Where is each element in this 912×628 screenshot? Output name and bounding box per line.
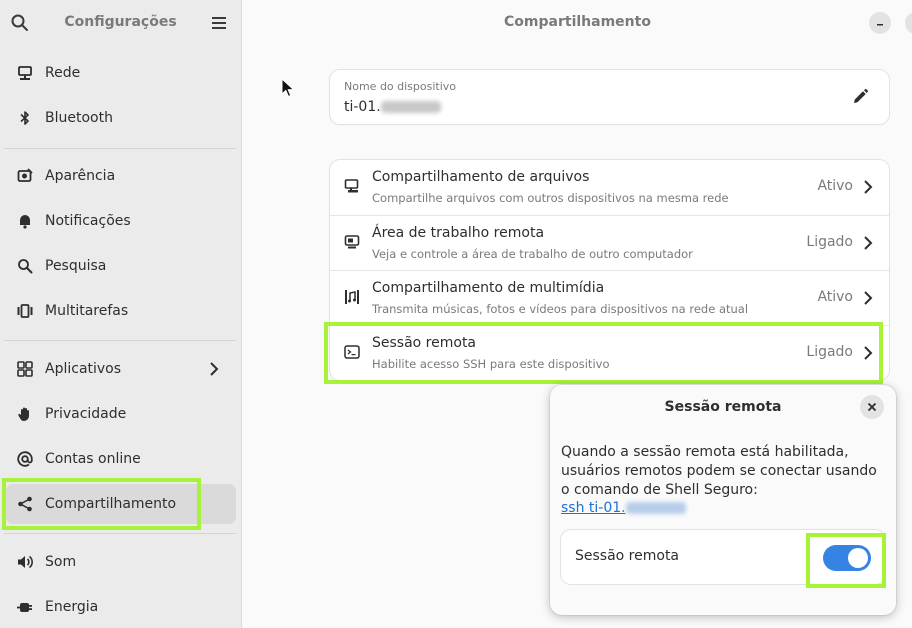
sidebar-item-energia[interactable]: Energia — [6, 587, 236, 627]
menu-icon[interactable] — [209, 13, 229, 33]
chevron-right-icon — [864, 180, 873, 194]
sidebar-item-label: Compartilhamento — [45, 496, 177, 512]
status-text: Ativo — [817, 289, 853, 305]
apps-grid-icon — [16, 360, 34, 378]
speaker-icon — [16, 553, 34, 571]
at-icon — [16, 450, 34, 468]
minimize-button[interactable] — [869, 12, 891, 34]
multitasking-icon — [16, 302, 34, 320]
power-icon — [16, 598, 34, 616]
remote-desktop-icon — [344, 235, 360, 249]
folder-share-icon — [344, 179, 359, 193]
pencil-icon[interactable] — [851, 88, 869, 106]
device-name-field[interactable]: Nome do dispositivo ti-01. — [330, 70, 889, 124]
sidebar-item-label: Energia — [45, 599, 99, 615]
close-button[interactable] — [860, 395, 884, 419]
sidebar-item-compartilhamento[interactable]: Compartilhamento — [6, 484, 236, 524]
sharing-list: Compartilhamento de arquivos Compartilhe… — [330, 160, 889, 380]
sidebar-header: Configurações — [0, 0, 241, 46]
toggle-label: Sessão remota — [575, 548, 680, 564]
sidebar-item-label: Aparência — [45, 168, 116, 184]
list-item-media-sharing[interactable]: Compartilhamento de multimídia Transmita… — [330, 270, 889, 325]
row-subtitle: Transmita músicas, fotos e vídeos para d… — [372, 302, 749, 316]
sidebar-item-aplicativos[interactable]: Aplicativos — [6, 349, 236, 389]
sidebar-item-label: Notificações — [45, 213, 131, 229]
media-icon — [345, 290, 359, 304]
row-subtitle: Veja e controle a área de trabalho de ou… — [372, 247, 693, 261]
chevron-right-icon — [864, 291, 873, 305]
sidebar-item-label: Pesquisa — [45, 258, 107, 274]
hand-icon — [16, 405, 34, 423]
sidebar-item-aparencia[interactable]: Aparência — [6, 156, 236, 196]
sidebar-separator — [4, 340, 236, 341]
device-name-value: ti-01. — [344, 99, 441, 115]
page-title: Compartilhamento — [504, 14, 651, 30]
row-title: Compartilhamento de multimídia — [372, 280, 605, 296]
sidebar-item-label: Multitarefas — [45, 303, 129, 319]
chevron-right-icon — [864, 236, 873, 250]
close-icon — [867, 402, 877, 412]
sidebar-item-bluetooth[interactable]: Bluetooth — [6, 98, 236, 138]
device-name-label: Nome do dispositivo — [344, 80, 457, 93]
list-item-file-sharing[interactable]: Compartilhamento de arquivos Compartilhe… — [330, 160, 889, 215]
sidebar-item-label: Privacidade — [45, 406, 127, 422]
sidebar-item-label: Aplicativos — [45, 361, 122, 377]
dialog-title: Sessão remota — [664, 399, 782, 415]
chevron-right-icon — [210, 362, 219, 376]
mouse-cursor-icon — [281, 78, 295, 98]
dialog-description: Quando a sessão remota está habilitada, … — [561, 444, 877, 498]
sidebar-separator — [4, 533, 236, 534]
sidebar: Configurações Rede Bluetooth Aparência N… — [0, 0, 242, 628]
switch-knob — [848, 548, 868, 568]
sidebar-item-label: Contas online — [45, 451, 141, 467]
remote-session-switch[interactable] — [823, 545, 871, 571]
sidebar-item-multitarefas[interactable]: Multitarefas — [6, 291, 236, 331]
bell-icon — [16, 212, 34, 230]
status-text: Ligado — [806, 344, 853, 360]
remote-session-toggle-row: Sessão remota — [561, 530, 885, 584]
minimize-icon — [877, 24, 883, 26]
network-icon — [16, 64, 34, 82]
sidebar-item-pesquisa[interactable]: Pesquisa — [6, 246, 236, 286]
sidebar-item-label: Som — [45, 554, 77, 570]
row-title: Compartilhamento de arquivos — [372, 169, 590, 185]
redacted-text — [380, 101, 441, 113]
sidebar-title: Configurações — [64, 14, 177, 30]
list-item-remote-desktop[interactable]: Área de trabalho remota Veja e controle … — [330, 215, 889, 270]
sidebar-item-contas-online[interactable]: Contas online — [6, 439, 236, 479]
chevron-right-icon — [864, 346, 873, 360]
row-subtitle: Habilite acesso SSH para este dispositiv… — [372, 357, 610, 371]
search-icon — [16, 257, 34, 275]
row-subtitle: Compartilhe arquivos com outros disposit… — [372, 191, 729, 205]
appearance-icon — [16, 167, 34, 185]
sidebar-item-label: Rede — [45, 65, 81, 81]
device-name-text: ti-01. — [344, 99, 381, 115]
ssh-command-text: ssh ti-01. — [561, 500, 626, 516]
row-title: Área de trabalho remota — [372, 225, 545, 241]
terminal-icon — [344, 345, 360, 359]
sidebar-item-label: Bluetooth — [45, 110, 113, 126]
sidebar-item-privacidade[interactable]: Privacidade — [6, 394, 236, 434]
status-text: Ativo — [817, 178, 853, 194]
row-title: Sessão remota — [372, 335, 477, 351]
bluetooth-icon — [16, 109, 34, 127]
status-text: Ligado — [806, 234, 853, 250]
sidebar-item-notificacoes[interactable]: Notificações — [6, 201, 236, 241]
list-item-remote-session[interactable]: Sessão remota Habilite acesso SSH para e… — [330, 325, 889, 380]
share-icon — [16, 495, 34, 513]
sidebar-item-som[interactable]: Som — [6, 542, 236, 582]
remote-session-dialog: Sessão remota Quando a sessão remota est… — [550, 385, 896, 615]
sidebar-separator — [4, 148, 236, 149]
sidebar-item-rede[interactable]: Rede — [6, 53, 236, 93]
redacted-text — [625, 502, 686, 514]
ssh-command-link[interactable]: ssh ti-01. — [561, 500, 686, 516]
